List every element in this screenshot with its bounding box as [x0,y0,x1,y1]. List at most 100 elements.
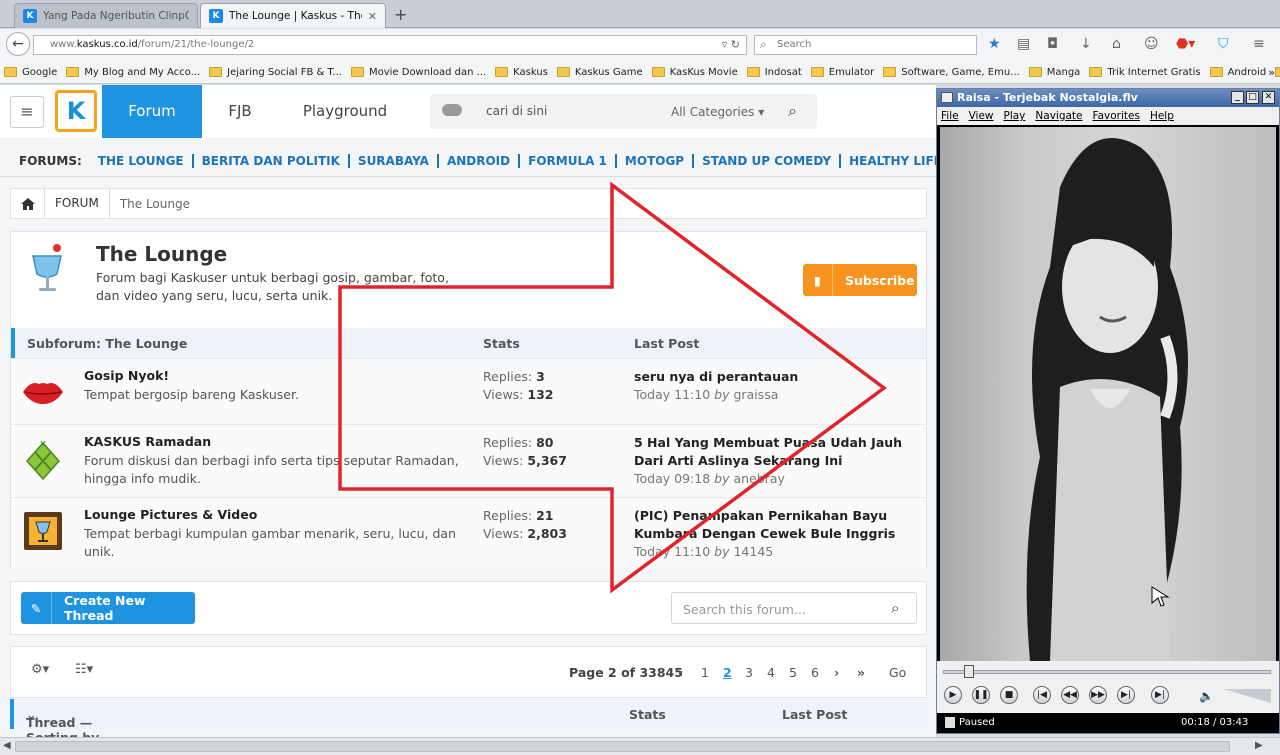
page-number[interactable]: 2 [723,665,732,680]
reload-icon[interactable]: ▿ ↻ [722,38,740,51]
last-page-icon[interactable]: » [857,665,865,680]
forum-link[interactable]: SURABAYA [350,153,439,168]
page-number[interactable]: 3 [745,665,753,680]
filter-icon[interactable]: ☷▾ [75,662,93,677]
player-menu-item[interactable]: Favorites [1093,110,1140,122]
subforum-row[interactable]: Lounge Pictures & Video Tempat berbagi k… [11,497,926,568]
forum-link[interactable]: MOTOGP [617,153,695,168]
bookmark-item[interactable]: Jejaring Social FB & T... [209,67,342,78]
last-post-title[interactable]: 5 Hal Yang Membuat Puasa Udah Jauh Dari … [634,434,924,470]
forum-link[interactable]: THE LOUNGE [90,153,194,168]
bookmark-item[interactable]: Movie Download dan ... [350,67,486,78]
last-post-title[interactable]: seru nya di perantauan [634,368,924,386]
nav-forum[interactable]: Forum [102,85,202,138]
page-number[interactable]: 4 [767,665,775,680]
more-bookmarks-icon[interactable]: » [1268,66,1275,79]
bookmark-star-icon[interactable]: ★ [988,36,1001,52]
scroll-right-icon[interactable]: ▶ [1255,740,1263,751]
hamburger-menu-icon[interactable]: ≡ [10,96,44,128]
last-post-title[interactable]: (PIC) Penampakan Pernikahan Bayu Kumbara… [634,507,924,543]
prev-page-icon[interactable]: ‹ [678,665,683,680]
forum-search-input[interactable]: Search this forum... ⌕ [671,592,917,624]
rewind-icon[interactable]: ◀◀ [1061,686,1079,704]
nav-fjb[interactable]: FJB [210,85,270,138]
bookmark-item[interactable]: Android [1209,67,1266,78]
forum-link[interactable]: BERITA DAN POLITIK [194,153,350,168]
play-icon[interactable]: ▶ [944,686,962,704]
forum-link[interactable]: FORMULA 1 [520,153,617,168]
player-menu-item[interactable]: File [941,110,959,122]
skip-forward-icon[interactable]: ▶| [1117,686,1135,704]
forum-link[interactable]: ANDROID [439,153,521,168]
url-bar[interactable]: www.kaskus.co.id/forum/21/the-lounge/2 ▿… [33,35,747,55]
frame-step-icon[interactable]: ▶| [1151,686,1169,704]
volume-icon[interactable]: 🔈 [1199,689,1214,703]
volume-slider[interactable] [1223,689,1271,703]
bookmark-item[interactable]: Emulator [810,67,874,78]
player-menu-item[interactable]: Navigate [1035,110,1082,122]
tab-the-lounge[interactable]: K The Lounge | Kaskus - The La... ✕ [200,3,386,28]
back-button[interactable]: ← [6,32,30,56]
browser-search-input[interactable]: ⌕ Search [754,35,977,55]
bookmark-item[interactable]: Kaskus [495,67,548,78]
chat-icon[interactable]: ☺ [1144,36,1159,52]
subforum-name[interactable]: Gosip Nyok! [84,368,169,383]
seek-bar[interactable] [943,670,1271,674]
forum-link[interactable]: HEALTHY LIFE [841,154,936,168]
scrollbar-thumb[interactable] [15,741,1230,752]
horizontal-scrollbar[interactable]: ◀ ▶ [0,737,1280,755]
bookmark-item[interactable]: KasKus Movie [651,67,738,78]
new-tab-button[interactable]: + [394,5,407,24]
subforum-name[interactable]: Lounge Pictures & Video [84,507,257,522]
tab-clinpon[interactable]: K Yang Pada Ngeributin ClinpOn... [14,3,198,28]
bookmark-item[interactable]: TRANSLATOR, BINARY [1275,67,1280,78]
search-icon[interactable]: ⌕ [788,101,797,121]
pocket-icon[interactable]: ◘ [1047,36,1058,52]
seek-thumb[interactable] [964,665,975,678]
go-button[interactable]: Go [889,665,906,680]
last-post-user[interactable]: graissa [733,387,778,402]
next-page-icon[interactable]: › [834,665,839,680]
shield-icon[interactable]: ⛉ [1218,36,1229,52]
menu-icon[interactable]: ≡ [1253,36,1265,52]
category-select[interactable]: All Categories ▾ [671,105,764,119]
subforum-name[interactable]: KASKUS Ramadan [84,434,211,449]
home-icon[interactable]: ⌂ [1112,36,1121,52]
settings-gear-icon[interactable]: ⚙▾ [31,662,49,677]
thread-sort-label[interactable]: Thread — Sorting by Last Post, Descendin… [26,707,99,737]
stop-icon[interactable]: ■ [1000,686,1018,704]
create-new-thread-button[interactable]: ✎ Create New Thread [21,592,195,624]
adblock-icon[interactable]: ⬣▾ [1176,36,1195,52]
bookmark-item[interactable]: Software, Game, Emu... [883,67,1020,78]
nav-playground[interactable]: Playground [295,85,395,138]
player-menu-item[interactable]: Help [1150,110,1174,122]
close-icon[interactable]: ✕ [1262,91,1275,104]
download-icon[interactable]: ↓ [1080,36,1092,52]
subforum-row[interactable]: Gosip Nyok! Tempat bergosip bareng Kasku… [11,358,926,424]
maximize-icon[interactable]: □ [1246,91,1259,104]
kaskus-search[interactable]: cari di sini All Categories ▾ ⌕ [430,94,817,129]
bookmark-item[interactable]: Indosat [746,67,802,78]
page-number[interactable]: 6 [811,665,819,680]
forum-link[interactable]: STAND UP COMEDY [694,153,842,168]
bookmark-item[interactable]: My Blog and My Acco... [66,67,200,78]
player-title-bar[interactable]: Raisa - Terjebak Nostalgia.flv _ □ ✕ [937,89,1279,107]
last-post-user[interactable]: 14145 [733,544,773,559]
video-frame[interactable] [940,127,1276,661]
bookmark-item[interactable]: Manga [1028,67,1080,78]
page-number[interactable]: 5 [789,665,797,680]
reading-list-icon[interactable]: ▤ [1017,36,1030,52]
bookmark-item[interactable]: Kaskus Game [556,67,643,78]
kaskus-logo[interactable]: K [55,90,97,132]
subforum-row[interactable]: KASKUS Ramadan Forum diskusi dan berbagi… [11,424,926,497]
bookmark-item[interactable]: Trik Internet Gratis [1089,67,1201,78]
scroll-left-icon[interactable]: ◀ [3,740,11,751]
search-icon[interactable]: ⌕ [891,599,899,617]
subscribe-button[interactable]: ▮ Subscribe [803,264,917,296]
minimize-icon[interactable]: _ [1231,91,1244,104]
skip-back-icon[interactable]: |◀ [1033,686,1051,704]
home-icon[interactable] [11,189,45,218]
bookmark-item[interactable]: Google [4,67,57,78]
player-menu-item[interactable]: View [969,110,994,122]
page-number[interactable]: 1 [701,665,709,680]
